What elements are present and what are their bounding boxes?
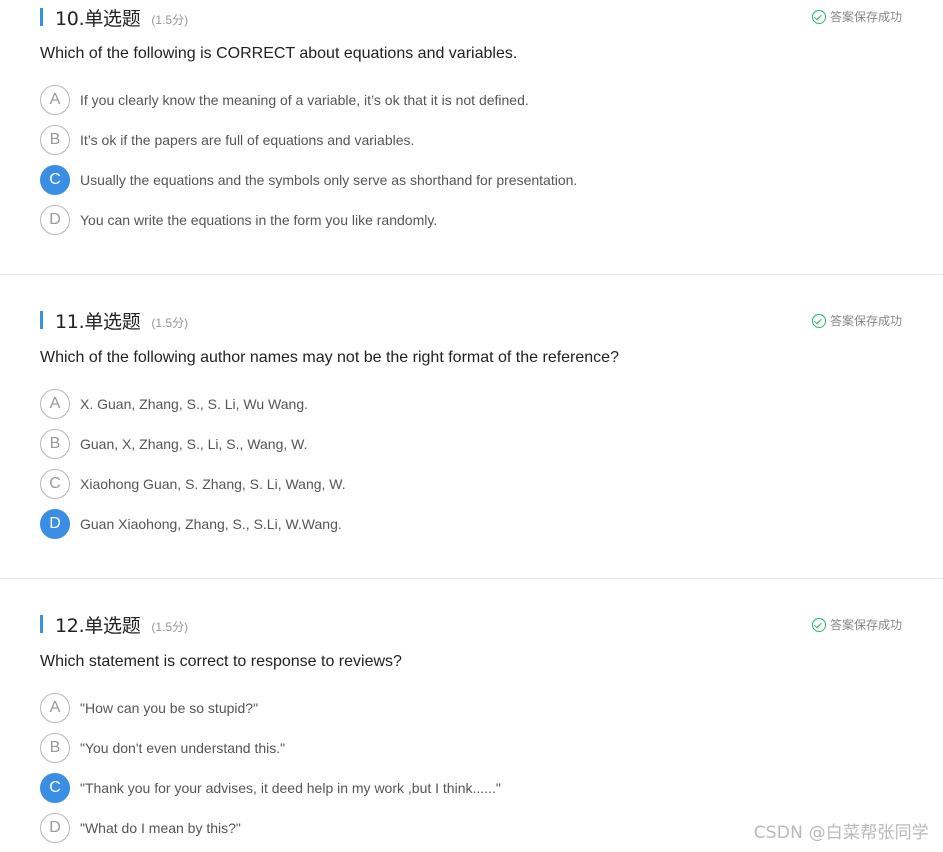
option-d[interactable]: D "What do I mean by this?" — [40, 813, 241, 843]
option-text: Guan, X, Zhang, S., Li, S., Wang, W. — [80, 436, 308, 452]
option-letter-selected[interactable]: D — [40, 509, 70, 539]
question-12: 12.单选题 (1.5分) 答案保存成功 Which statement is … — [0, 579, 943, 852]
option-c[interactable]: C Xiaohong Guan, S. Zhang, S. Li, Wang, … — [40, 469, 346, 499]
option-text: If you clearly know the meaning of a var… — [80, 92, 529, 108]
option-text: Guan Xiaohong, Zhang, S., S.Li, W.Wang. — [80, 516, 342, 532]
save-status-label: 答案保存成功 — [829, 618, 902, 632]
option-d[interactable]: D Guan Xiaohong, Zhang, S., S.Li, W.Wang… — [40, 509, 342, 539]
option-letter[interactable]: A — [40, 85, 70, 115]
accent-bar — [40, 615, 43, 633]
question-text: Which of the following is CORRECT about … — [40, 45, 518, 62]
option-text: "You don't even understand this." — [80, 740, 286, 756]
question-score: (1.5分) — [151, 619, 189, 634]
option-b[interactable]: B It’s ok if the papers are full of equa… — [40, 125, 414, 155]
check-circle-icon — [811, 617, 826, 632]
question-header: 12.单选题 (1.5分) — [40, 613, 189, 637]
save-status: 答案保存成功 — [811, 8, 902, 25]
option-d[interactable]: D You can write the equations in the for… — [40, 205, 437, 235]
option-a[interactable]: A If you clearly know the meaning of a v… — [40, 85, 529, 115]
accent-bar — [40, 8, 43, 26]
option-letter[interactable]: B — [40, 429, 70, 459]
option-text: X. Guan, Zhang, S., S. Li, Wu Wang. — [80, 396, 308, 412]
accent-bar — [40, 311, 43, 329]
question-header: 10.单选题 (1.5分) — [40, 6, 189, 30]
option-text: "How can you be so stupid?" — [80, 700, 259, 716]
option-letter[interactable]: C — [40, 469, 70, 499]
option-b[interactable]: B "You don't even understand this." — [40, 733, 285, 763]
option-text: "What do I mean by this?" — [80, 820, 241, 836]
question-11: 11.单选题 (1.5分) 答案保存成功 Which of the follow… — [0, 275, 943, 578]
option-letter-selected[interactable]: C — [40, 165, 70, 195]
option-b[interactable]: B Guan, X, Zhang, S., Li, S., Wang, W. — [40, 429, 307, 459]
save-status-label: 答案保存成功 — [829, 10, 902, 24]
save-status: 答案保存成功 — [811, 312, 902, 329]
question-score: (1.5分) — [151, 315, 189, 330]
option-letter[interactable]: D — [40, 813, 70, 843]
option-letter[interactable]: A — [40, 693, 70, 723]
option-text: Xiaohong Guan, S. Zhang, S. Li, Wang, W. — [80, 476, 346, 492]
check-circle-icon — [811, 313, 826, 328]
option-letter[interactable]: A — [40, 389, 70, 419]
option-letter-selected[interactable]: C — [40, 773, 70, 803]
question-text: Which statement is correct to response t… — [40, 653, 402, 670]
question-text: Which of the following author names may … — [40, 349, 619, 366]
question-title: 11.单选题 — [55, 310, 141, 333]
option-letter[interactable]: B — [40, 733, 70, 763]
option-text: It’s ok if the papers are full of equati… — [80, 132, 415, 148]
option-letter[interactable]: B — [40, 125, 70, 155]
option-c[interactable]: C Usually the equations and the symbols … — [40, 165, 577, 195]
option-text: You can write the equations in the form … — [80, 212, 438, 228]
option-text: "Thank you for your advises, it deed hel… — [80, 780, 501, 796]
option-c[interactable]: C "Thank you for your advises, it deed h… — [40, 773, 501, 803]
check-circle-icon — [811, 9, 826, 24]
option-a[interactable]: A X. Guan, Zhang, S., S. Li, Wu Wang. — [40, 389, 308, 419]
csdn-watermark: CSDN @白菜帮张同学 — [753, 823, 929, 843]
question-title: 12.单选题 — [55, 614, 141, 637]
save-status: 答案保存成功 — [811, 616, 902, 633]
save-status-label: 答案保存成功 — [829, 314, 902, 328]
option-text: Usually the equations and the symbols on… — [80, 172, 578, 188]
option-a[interactable]: A "How can you be so stupid?" — [40, 693, 258, 723]
question-header: 11.单选题 (1.5分) — [40, 309, 189, 333]
question-score: (1.5分) — [151, 12, 189, 27]
question-title: 10.单选题 — [55, 7, 141, 30]
option-letter[interactable]: D — [40, 205, 70, 235]
question-10: 10.单选题 (1.5分) 答案保存成功 Which of the follow… — [0, 0, 943, 274]
